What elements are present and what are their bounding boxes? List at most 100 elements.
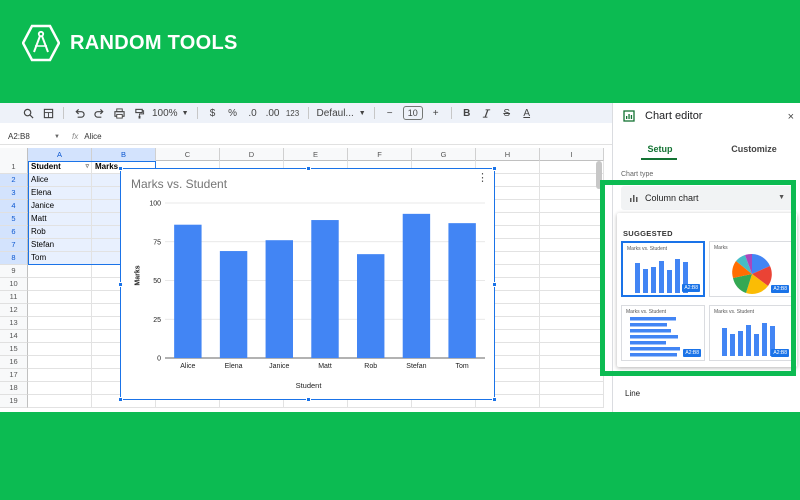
cell[interactable]: Janice (28, 200, 92, 213)
column-header-i[interactable]: I (540, 148, 604, 161)
row-header[interactable]: 16 (0, 356, 28, 369)
more-formats-button[interactable]: 123 (283, 105, 303, 121)
column-header-d[interactable]: D (220, 148, 284, 161)
close-icon[interactable]: × (788, 111, 794, 123)
redo-button[interactable] (89, 105, 109, 121)
cell[interactable] (28, 317, 92, 330)
cell[interactable] (28, 369, 92, 382)
vertical-scrollbar[interactable] (596, 161, 602, 189)
resize-handle-tl[interactable] (118, 166, 123, 171)
row-header[interactable]: 8 (0, 252, 28, 265)
cell[interactable] (540, 304, 604, 317)
cell[interactable] (540, 239, 604, 252)
cell[interactable] (28, 291, 92, 304)
increase-decimal-button[interactable]: .00 (263, 105, 283, 121)
suggestion-column-chart[interactable]: Marks vs. Student A2:B8 (621, 241, 705, 297)
row-header[interactable]: 7 (0, 239, 28, 252)
row-header[interactable]: 14 (0, 330, 28, 343)
cell[interactable]: Matt (28, 213, 92, 226)
cell[interactable] (28, 343, 92, 356)
row-header[interactable]: 4 (0, 200, 28, 213)
font-size-input[interactable]: 10 (402, 106, 423, 120)
cell[interactable] (540, 395, 604, 408)
resize-handle-bl[interactable] (118, 397, 123, 402)
cell[interactable]: Rob (28, 226, 92, 239)
tab-customize[interactable]: Customize (707, 143, 800, 163)
row-header[interactable]: 2 (0, 174, 28, 187)
filter-icon[interactable]: ▿ (85, 161, 89, 173)
more-vert-icon[interactable]: ⋮ (477, 173, 488, 184)
bar-rob[interactable] (357, 254, 385, 358)
row-header[interactable]: 3 (0, 187, 28, 200)
cell[interactable] (28, 395, 92, 408)
row-header[interactable]: 5 (0, 213, 28, 226)
cell[interactable] (540, 187, 604, 200)
resize-handle-bc[interactable] (306, 397, 311, 402)
cell[interactable] (28, 278, 92, 291)
cell[interactable] (540, 265, 604, 278)
cell[interactable] (540, 382, 604, 395)
cell[interactable] (540, 369, 604, 382)
column-header-b[interactable]: B (92, 148, 156, 161)
currency-format-button[interactable]: $ (203, 105, 223, 121)
cell[interactable] (28, 304, 92, 317)
suggestion-column-chart-alt[interactable]: Marks vs. Student A2:B8 (709, 305, 793, 361)
resize-handle-mr[interactable] (492, 282, 497, 287)
cell[interactable] (540, 213, 604, 226)
column-header-c[interactable]: C (156, 148, 220, 161)
cell[interactable]: Tom (28, 252, 92, 265)
cell[interactable]: Student ▿ (28, 161, 92, 174)
cell[interactable] (540, 200, 604, 213)
tab-setup[interactable]: Setup (613, 143, 707, 163)
cell[interactable] (540, 252, 604, 265)
cell[interactable] (540, 330, 604, 343)
resize-handle-tc[interactable] (306, 166, 311, 171)
percent-format-button[interactable]: % (223, 105, 243, 121)
cell[interactable] (540, 226, 604, 239)
cell[interactable] (28, 356, 92, 369)
cell[interactable] (540, 356, 604, 369)
name-box[interactable]: A2:B8 ▼ (0, 132, 60, 141)
row-header[interactable]: 11 (0, 291, 28, 304)
column-header-a[interactable]: A (28, 148, 92, 161)
suggestion-bar-chart[interactable]: Marks vs. Student A2:B8 (621, 305, 705, 361)
paint-format-button[interactable] (129, 105, 149, 121)
cell[interactable] (28, 382, 92, 395)
row-header[interactable]: 6 (0, 226, 28, 239)
cell[interactable] (28, 330, 92, 343)
row-header[interactable]: 10 (0, 278, 28, 291)
chart-type-select[interactable]: Column chart ▼ (621, 186, 793, 210)
calculator-button[interactable] (38, 105, 58, 121)
cell[interactable] (540, 161, 604, 174)
resize-handle-tr[interactable] (492, 166, 497, 171)
bar-elena[interactable] (219, 251, 248, 358)
resize-handle-br[interactable] (492, 397, 497, 402)
formula-input[interactable]: Alice (84, 132, 101, 141)
row-header[interactable]: 1 (0, 161, 28, 174)
cell[interactable]: Alice (28, 174, 92, 187)
bar-alice[interactable] (174, 224, 202, 358)
column-header-h[interactable]: H (476, 148, 540, 161)
bold-button[interactable]: B (457, 105, 477, 121)
resize-handle-ml[interactable] (118, 282, 123, 287)
bar-tom[interactable] (448, 223, 476, 358)
row-header[interactable]: 17 (0, 369, 28, 382)
cell[interactable]: Elena (28, 187, 92, 200)
strikethrough-button[interactable]: S (497, 105, 517, 121)
row-header[interactable]: 13 (0, 317, 28, 330)
column-header-f[interactable]: F (348, 148, 412, 161)
bar-janice[interactable] (265, 240, 293, 358)
zoom-select[interactable]: 100% ▼ (149, 105, 192, 121)
cell[interactable] (540, 291, 604, 304)
decrease-decimal-button[interactable]: .0 (243, 105, 263, 121)
cell[interactable] (540, 317, 604, 330)
row-header[interactable]: 15 (0, 343, 28, 356)
column-header-g[interactable]: G (412, 148, 476, 161)
cell[interactable] (28, 265, 92, 278)
cell[interactable]: Stefan (28, 239, 92, 252)
cell[interactable] (540, 174, 604, 187)
row-header[interactable]: 12 (0, 304, 28, 317)
suggestion-pie-chart[interactable]: Marks A2:B8 (709, 241, 793, 297)
embedded-chart[interactable]: 0 25 50 75 100 Alice Elena Janice Matt Rob Stefan T… (118, 166, 497, 402)
italic-button[interactable] (477, 105, 497, 121)
